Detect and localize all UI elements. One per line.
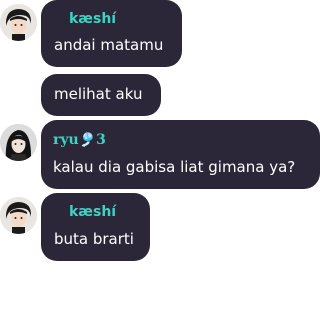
avatar-ryu[interactable] [0,124,37,161]
avatar-image [0,124,37,161]
message-text: melihat aku [54,85,143,103]
message-text: buta brarti [54,230,134,248]
sender-name[interactable]: ryu🎐3 [53,132,106,148]
avatar-kaeshi[interactable] [0,4,37,41]
avatar-image [0,4,37,41]
avatar-image [0,197,37,234]
avatar-kaeshi[interactable] [0,197,37,234]
chat-thread: kæshí andai matamu melihat aku ryu🎐3 kal… [0,0,320,312]
message-bubble[interactable]: kæshí andai matamu [41,0,182,67]
sender-name[interactable]: kæshí [69,204,116,220]
sender-name[interactable]: kæshí [69,11,116,27]
message-bubble[interactable]: kæshí buta brarti [41,193,150,261]
message-bubble[interactable]: ryu🎐3 kalau dia gabisa liat gimana ya? [41,120,320,189]
message-text: kalau dia gabisa liat gimana ya? [53,158,296,176]
message-bubble[interactable]: melihat aku [41,74,161,116]
message-text: andai matamu [54,36,164,54]
